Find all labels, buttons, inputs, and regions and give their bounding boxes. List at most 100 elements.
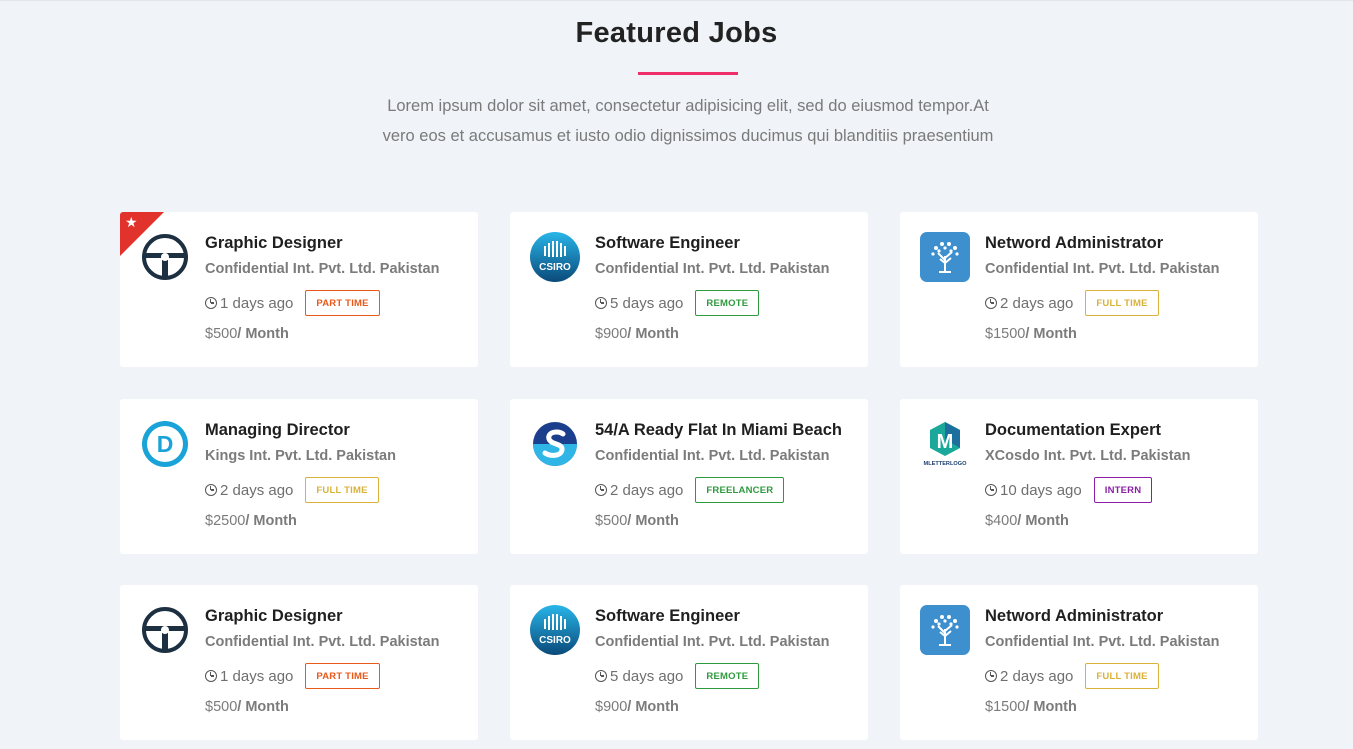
- job-type-badge: INTERN: [1093, 477, 1153, 503]
- job-card[interactable]: 54/A Ready Flat In Miami Beach Confidenti…: [510, 399, 868, 554]
- salary: $900/ Month: [595, 326, 679, 342]
- salary-amount: $900: [595, 326, 628, 342]
- company-name: Confidential Int. Pvt. Ltd. Pakistan: [205, 634, 440, 650]
- salary-period: / Month: [1017, 513, 1069, 529]
- job-meta: 5 days ago REMOTE: [595, 663, 760, 689]
- job-title[interactable]: Graphic Designer: [205, 607, 343, 626]
- salary: $500/ Month: [205, 699, 289, 715]
- company-logo-s-circle-logo: [530, 419, 580, 469]
- clock-icon: [595, 297, 607, 309]
- job-title[interactable]: 54/A Ready Flat In Miami Beach: [595, 421, 842, 440]
- description-line-1: Lorem ipsum dolor sit amet, consectetur …: [387, 97, 989, 115]
- salary: $500/ Month: [205, 326, 289, 342]
- job-card[interactable]: M MLETTERLOGO Documentation Expert XCosdo I…: [900, 399, 1258, 554]
- svg-text:CSIRO: CSIRO: [539, 262, 571, 273]
- salary-period: / Month: [627, 326, 679, 342]
- posted-time: 5 days ago: [610, 294, 684, 312]
- job-title[interactable]: Netword Administrator: [985, 607, 1163, 626]
- posted-time: 1 days ago: [220, 294, 294, 312]
- job-meta: 5 days ago REMOTE: [595, 290, 760, 316]
- company-name: Confidential Int. Pvt. Ltd. Pakistan: [595, 634, 830, 650]
- job-card[interactable]: CSIRO Software Engineer Confidential Int. …: [510, 212, 868, 367]
- salary-period: / Month: [237, 326, 289, 342]
- job-meta: 1 days ago PART TIME: [205, 663, 380, 689]
- clock-icon: [985, 297, 997, 309]
- job-type-badge: FULL TIME: [1085, 663, 1159, 689]
- company-logo-csiro-logo: CSIRO: [530, 232, 580, 282]
- company-name: XCosdo Int. Pvt. Ltd. Pakistan: [985, 448, 1191, 464]
- salary: $400/ Month: [985, 513, 1069, 529]
- salary: $500/ Month: [595, 513, 679, 529]
- posted-time: 2 days ago: [220, 481, 294, 499]
- svg-text:M: M: [937, 431, 954, 453]
- job-meta: 10 days ago INTERN: [985, 477, 1153, 503]
- company-name: Confidential Int. Pvt. Ltd. Pakistan: [985, 261, 1220, 277]
- job-type-badge: REMOTE: [695, 290, 760, 316]
- job-meta: 1 days ago PART TIME: [205, 290, 380, 316]
- posted-time: 2 days ago: [1000, 667, 1074, 685]
- svg-text:D: D: [157, 431, 174, 457]
- salary-amount: $1500: [985, 326, 1026, 342]
- posted-time: 1 days ago: [220, 667, 294, 685]
- clock-icon: [595, 670, 607, 682]
- job-title[interactable]: Documentation Expert: [985, 421, 1161, 440]
- clock-icon: [985, 670, 997, 682]
- job-meta: 2 days ago FULL TIME: [985, 290, 1159, 316]
- job-card[interactable]: Netword Administrator Confidential Int. P…: [900, 212, 1258, 367]
- job-title[interactable]: Software Engineer: [595, 234, 740, 253]
- salary-amount: $500: [205, 699, 238, 715]
- company-name: Kings Int. Pvt. Ltd. Pakistan: [205, 448, 396, 464]
- company-name: Confidential Int. Pvt. Ltd. Pakistan: [595, 448, 830, 464]
- job-card[interactable]: D Managing Director Kings Int. Pvt. Ltd. P…: [120, 399, 478, 554]
- salary-amount: $500: [205, 326, 238, 342]
- salary-amount: $500: [595, 513, 628, 529]
- job-type-badge: REMOTE: [695, 663, 760, 689]
- salary-period: / Month: [1025, 699, 1077, 715]
- job-card[interactable]: Netword Administrator Confidential Int. P…: [900, 585, 1258, 740]
- clock-icon: [205, 484, 217, 496]
- company-logo-d-circle-logo: D: [140, 419, 190, 469]
- clock-icon: [205, 297, 217, 309]
- clock-icon: [595, 484, 607, 496]
- company-logo-steering-logo: [140, 605, 190, 655]
- job-type-badge: PART TIME: [305, 290, 380, 316]
- company-logo-m-hexagon-logo: M MLETTERLOGO: [920, 419, 970, 469]
- salary-amount: $900: [595, 699, 628, 715]
- salary-period: / Month: [237, 699, 289, 715]
- svg-text:CSIRO: CSIRO: [539, 635, 571, 646]
- job-meta: 2 days ago FREELANCER: [595, 477, 785, 503]
- star-icon: ★: [125, 214, 138, 230]
- job-type-badge: PART TIME: [305, 663, 380, 689]
- salary-period: / Month: [245, 513, 297, 529]
- posted-time: 2 days ago: [610, 481, 684, 499]
- salary: $900/ Month: [595, 699, 679, 715]
- job-title[interactable]: Managing Director: [205, 421, 350, 440]
- salary-period: / Month: [1025, 326, 1077, 342]
- company-logo-steering-logo: [140, 232, 190, 282]
- job-title[interactable]: Graphic Designer: [205, 234, 343, 253]
- posted-time: 2 days ago: [1000, 294, 1074, 312]
- salary: $1500/ Month: [985, 699, 1077, 715]
- job-card[interactable]: CSIRO Software Engineer Confidential Int. …: [510, 585, 868, 740]
- company-logo-tree-logo: [920, 605, 970, 655]
- salary: $1500/ Month: [985, 326, 1077, 342]
- job-meta: 2 days ago FULL TIME: [205, 477, 379, 503]
- job-type-badge: FULL TIME: [305, 477, 379, 503]
- job-title[interactable]: Netword Administrator: [985, 234, 1163, 253]
- salary-period: / Month: [627, 513, 679, 529]
- salary-amount: $2500: [205, 513, 246, 529]
- company-name: Confidential Int. Pvt. Ltd. Pakistan: [205, 261, 440, 277]
- posted-time: 5 days ago: [610, 667, 684, 685]
- salary-amount: $400: [985, 513, 1018, 529]
- posted-time: 10 days ago: [1000, 481, 1082, 499]
- job-card[interactable]: ★ Graphic Designer Confidential Int. Pvt. …: [120, 212, 478, 367]
- salary: $2500/ Month: [205, 513, 297, 529]
- svg-text:MLETTERLOGO: MLETTERLOGO: [924, 461, 968, 467]
- salary-amount: $1500: [985, 699, 1026, 715]
- clock-icon: [205, 670, 217, 682]
- description-line-2: vero eos et accusamus et iusto odio dign…: [382, 127, 994, 145]
- job-card[interactable]: Graphic Designer Confidential Int. Pvt. L…: [120, 585, 478, 740]
- salary-period: / Month: [627, 699, 679, 715]
- company-logo-tree-logo: [920, 232, 970, 282]
- job-title[interactable]: Software Engineer: [595, 607, 740, 626]
